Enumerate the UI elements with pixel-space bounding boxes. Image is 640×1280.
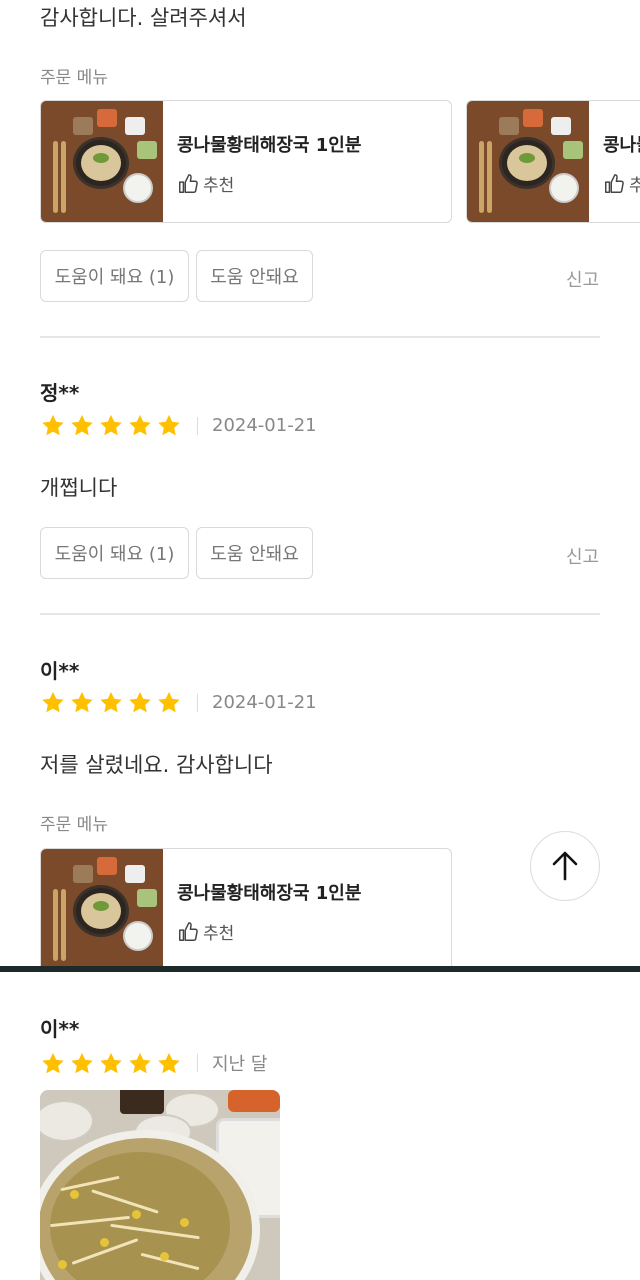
review-photo[interactable] bbox=[40, 1090, 280, 1280]
helpful-button[interactable]: 도움이 돼요 (1) bbox=[40, 250, 189, 302]
screenshot-divider bbox=[0, 966, 640, 972]
report-link[interactable]: 신고 bbox=[566, 266, 599, 292]
recommend-label: 추천 bbox=[177, 919, 361, 944]
review-date: 2024-01-21 bbox=[212, 692, 317, 713]
reviewer-name: 이** bbox=[40, 1017, 80, 1041]
star-icon bbox=[127, 1051, 153, 1076]
rating-row: 2024-01-21 bbox=[40, 413, 317, 438]
scroll-to-top-button[interactable] bbox=[530, 831, 600, 901]
not-helpful-button[interactable]: 도움 안돼요 bbox=[196, 250, 313, 302]
star-icon bbox=[40, 690, 66, 715]
helpful-button[interactable]: 도움이 돼요 (1) bbox=[40, 527, 189, 579]
menu-name: 콩나물 bbox=[603, 135, 640, 156]
review-text: 저를 살렸네요. 감사합니다 bbox=[40, 753, 273, 777]
divider bbox=[40, 336, 600, 338]
star-icon bbox=[156, 690, 182, 715]
star-icon bbox=[98, 690, 124, 715]
recommend-label: 추천 bbox=[603, 171, 640, 196]
reviewer-name: 정** bbox=[40, 381, 80, 405]
thumbs-up-icon bbox=[177, 173, 199, 195]
recommend-label: 추천 bbox=[177, 171, 361, 196]
report-link[interactable]: 신고 bbox=[566, 543, 599, 569]
menu-thumbnail bbox=[41, 101, 163, 222]
star-icon bbox=[156, 413, 182, 438]
star-icon bbox=[156, 1051, 182, 1076]
review-date: 2024-01-21 bbox=[212, 415, 317, 436]
menu-thumbnail bbox=[41, 849, 163, 968]
review-date: 지난 달 bbox=[212, 1054, 268, 1075]
previous-review-text: 감사합니다. 살려주셔서 bbox=[40, 6, 247, 30]
star-icon bbox=[69, 1051, 95, 1076]
divider bbox=[40, 613, 600, 615]
rating-row: 2024-01-21 bbox=[40, 690, 317, 715]
star-icon bbox=[69, 413, 95, 438]
menu-name: 콩나물황태해장국 1인분 bbox=[177, 135, 362, 156]
arrow-up-icon bbox=[552, 851, 578, 881]
menu-card[interactable]: 콩나물황태해장국 1인분 추천 bbox=[40, 848, 452, 968]
menu-name: 콩나물황태해장국 1인분 bbox=[177, 883, 362, 904]
thumbs-up-icon bbox=[603, 173, 625, 195]
star-icon bbox=[127, 690, 153, 715]
order-menu-label: 주문 메뉴 bbox=[40, 68, 108, 88]
reviewer-name: 이** bbox=[40, 659, 80, 683]
star-icon bbox=[127, 413, 153, 438]
star-icon bbox=[69, 690, 95, 715]
menu-card-next[interactable]: 콩나물 추천 bbox=[466, 100, 640, 223]
star-icon bbox=[40, 1051, 66, 1076]
order-menu-label: 주문 메뉴 bbox=[40, 815, 108, 835]
star-icon bbox=[98, 1051, 124, 1076]
menu-thumbnail bbox=[467, 101, 589, 222]
star-icon bbox=[40, 413, 66, 438]
not-helpful-button[interactable]: 도움 안돼요 bbox=[196, 527, 313, 579]
star-icon bbox=[98, 413, 124, 438]
menu-card[interactable]: 콩나물황태해장국 1인분 추천 bbox=[40, 100, 452, 223]
review-text: 개쩝니다 bbox=[40, 476, 118, 500]
rating-row: 지난 달 bbox=[40, 1050, 267, 1076]
thumbs-up-icon bbox=[177, 921, 199, 943]
